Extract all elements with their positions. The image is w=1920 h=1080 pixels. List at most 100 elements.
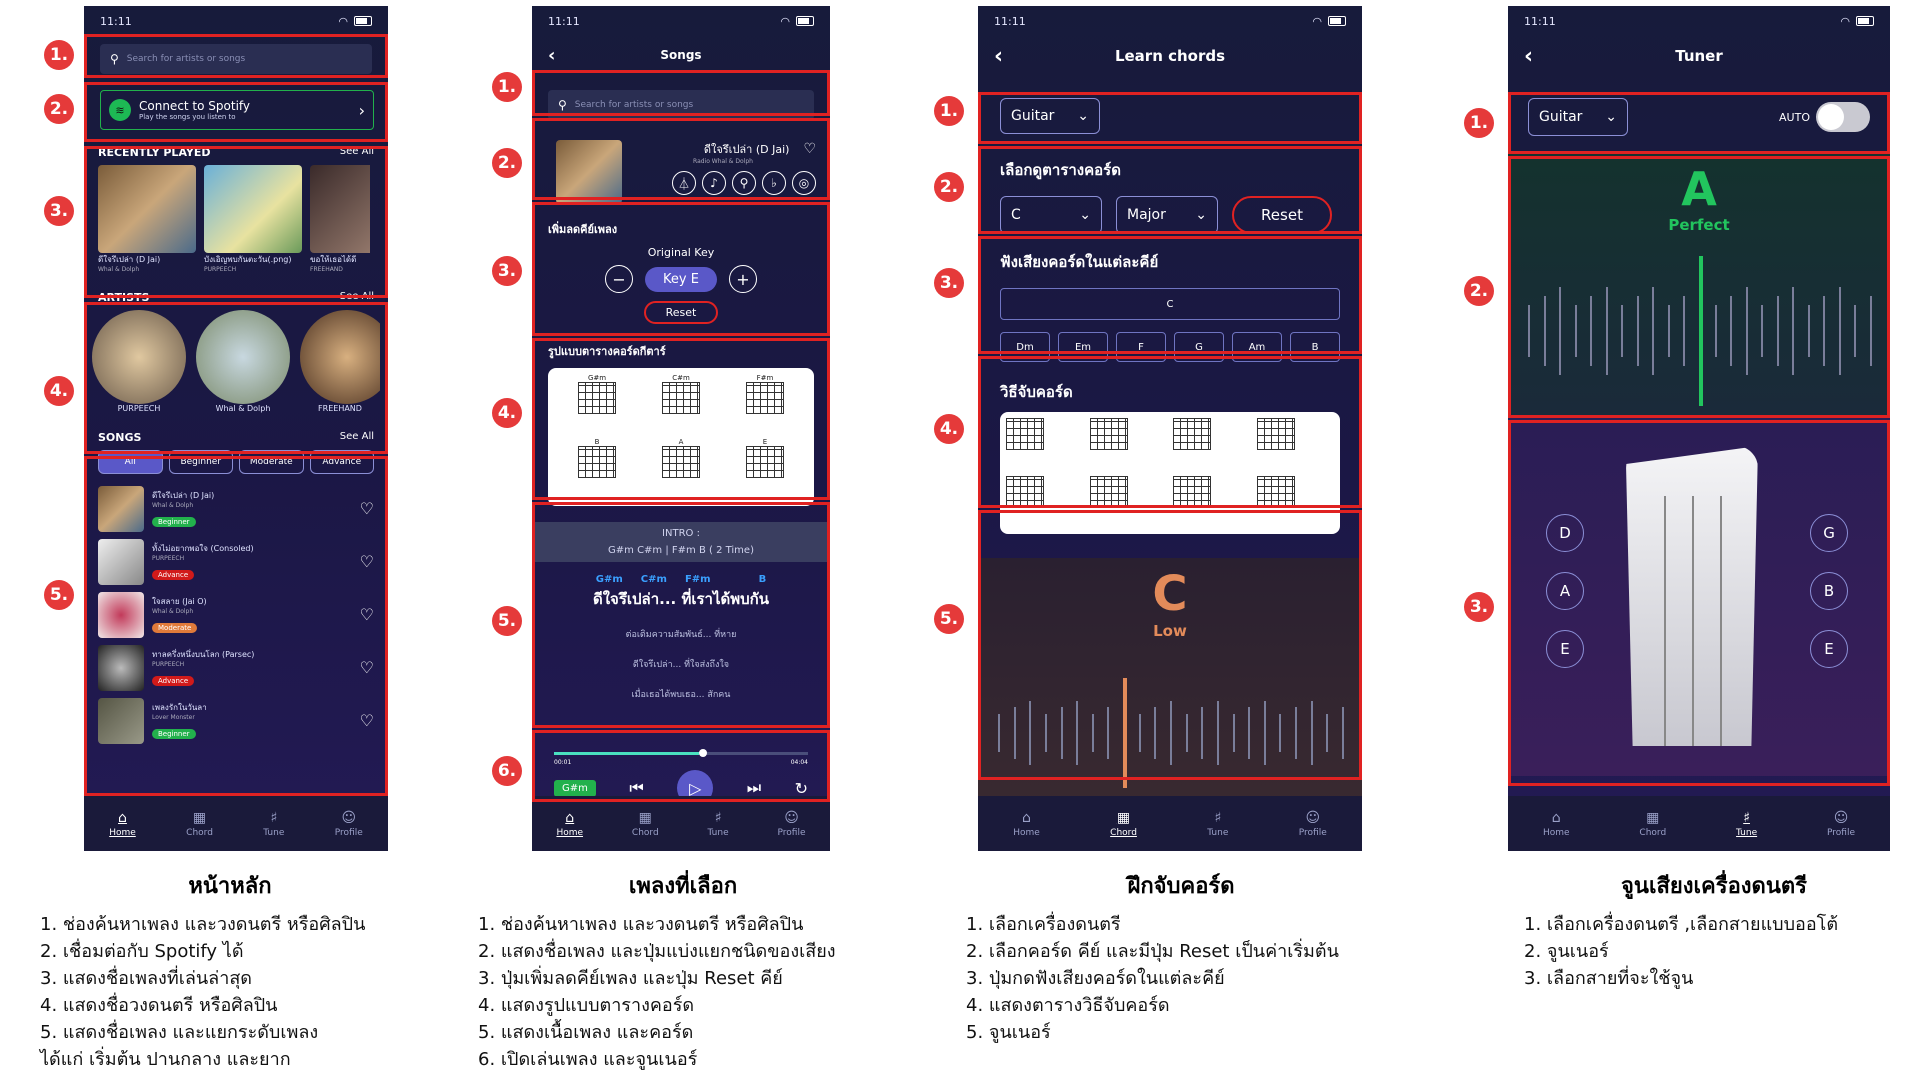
nav-tune-label: Tune [1207, 827, 1229, 838]
nav-tune[interactable]: ♯ Tune [1736, 810, 1757, 838]
marker-1: 1. [492, 72, 522, 102]
description-line: 4. แสดงตารางวิธีจับคอร์ด [966, 995, 1170, 1016]
chord-grid-icon: ▦ [1646, 809, 1660, 826]
chord-grid-icon: ▦ [1116, 809, 1131, 826]
highlight-2 [978, 146, 1362, 234]
nav-profile-label: Profile [1827, 827, 1855, 838]
marker-2: 2. [492, 148, 522, 178]
wifi-icon: ◠ [780, 14, 790, 28]
description-line: 4. แสดงชื่อวงดนตรี หรือศิลปิน [40, 995, 278, 1016]
nav-profile-label: Profile [777, 827, 806, 838]
tune-icon: ♯ [714, 809, 722, 826]
description-title: จูนเสียงเครื่องดนตรี [1621, 874, 1807, 899]
status-time: 11:11 [548, 14, 580, 28]
description-line: 5. แสดงเนื้อเพลง และคอร์ด [478, 1022, 694, 1043]
home-icon: ⌂ [118, 809, 127, 826]
nav-home[interactable]: ⌂ Home [109, 810, 136, 838]
nav-chord-label: Chord [186, 827, 213, 838]
wifi-icon: ◠ [1840, 14, 1850, 28]
description-title: หน้าหลัก [188, 874, 272, 899]
bottom-nav: ⌂ Home ▦ Chord ♯ Tune ☺ Profile [1508, 796, 1890, 851]
status-bar: 11:11 ◠ [978, 6, 1362, 36]
nav-profile-label: Profile [1298, 827, 1327, 838]
status-bar: 11:11 ◠ [1508, 6, 1890, 36]
nav-home[interactable]: ⌂ Home [556, 810, 583, 838]
highlight-1 [532, 70, 830, 116]
marker-5: 5. [44, 580, 74, 610]
highlight-4 [84, 302, 388, 454]
nav-chord[interactable]: ▦ Chord [186, 810, 213, 838]
description-line: 1. ช่องค้นหาเพลง และวงดนตรี หรือศิลปิน [40, 914, 366, 935]
home-icon: ⌂ [565, 809, 575, 826]
song-header: ‹ Songs [532, 36, 830, 74]
nav-tune[interactable]: ♯ Tune [1207, 810, 1228, 838]
page-title: Learn chords [1114, 47, 1226, 65]
description-tuner: จูนเสียงเครื่องดนตรี 1. เลือกเครื่องดนตร… [1524, 868, 1904, 992]
description-line: 2. แสดงชื่อเพลง และปุ่มแบ่งแยกชนิดของเสี… [478, 941, 836, 962]
chord-grid-icon: ▦ [638, 809, 652, 826]
nav-chord[interactable]: ▦ Chord [632, 810, 659, 838]
marker-6: 6. [492, 756, 522, 786]
nav-home-label: Home [109, 827, 136, 838]
nav-profile[interactable]: ☺ Profile [1827, 810, 1855, 838]
nav-home[interactable]: ⌂ Home [1013, 810, 1040, 838]
profile-icon: ☺ [784, 809, 799, 826]
status-time: 11:11 [994, 14, 1026, 28]
nav-home[interactable]: ⌂ Home [1543, 810, 1570, 838]
nav-profile[interactable]: ☺ Profile [335, 810, 363, 838]
description-line: 1. เลือกเครื่องดนตรี [966, 914, 1121, 935]
back-icon[interactable]: ‹ [1524, 44, 1533, 69]
nav-profile[interactable]: ☺ Profile [778, 810, 806, 838]
highlight-1 [978, 92, 1362, 144]
tune-icon: ♯ [270, 809, 278, 826]
chord-header: ‹ Learn chords [978, 36, 1362, 76]
highlight-1 [1508, 92, 1890, 154]
nav-profile-label: Profile [334, 827, 363, 838]
marker-2: 2. [934, 172, 964, 202]
description-line: 3. เลือกสายที่จะใช้จูน [1524, 968, 1694, 989]
home-icon: ⌂ [1022, 809, 1031, 826]
highlight-6 [532, 730, 830, 802]
highlight-4 [532, 338, 830, 500]
highlight-1 [84, 34, 388, 78]
highlight-2 [1508, 156, 1890, 418]
description-line: 3. ปุ่มเพิ่มลดคีย์เพลง และปุ่ม Reset คีย… [478, 968, 783, 989]
profile-icon: ☺ [341, 809, 357, 826]
tune-icon: ♯ [1743, 809, 1750, 826]
description-line: 1. เลือกเครื่องดนตรี ,เลือกสายแบบออโต้ [1524, 914, 1839, 935]
description-line: ได้แก่ เริ่มต้น ปานกลาง และยาก [40, 1049, 291, 1070]
nav-chord[interactable]: ▦ Chord [1110, 810, 1137, 838]
description-chord: ฝึกจับคอร์ด 1. เลือกเครื่องดนตรี 2. เลือ… [966, 868, 1396, 1046]
description-title: ฝึกจับคอร์ด [1127, 874, 1235, 899]
nav-profile[interactable]: ☺ Profile [1299, 810, 1327, 838]
marker-3: 3. [1464, 592, 1494, 622]
wifi-icon: ◠ [338, 14, 348, 28]
back-icon[interactable]: ‹ [548, 45, 555, 66]
description-home: หน้าหลัก 1. ช่องค้นหาเพลง และวงดนตรี หรื… [40, 868, 420, 1073]
nav-tune[interactable]: ♯ Tune [263, 810, 284, 838]
profile-icon: ☺ [1305, 809, 1321, 826]
nav-chord-label: Chord [1110, 827, 1137, 838]
marker-3: 3. [934, 268, 964, 298]
highlight-3 [84, 146, 388, 298]
nav-chord[interactable]: ▦ Chord [1639, 810, 1666, 838]
status-bar: 11:11 ◠ [532, 6, 830, 36]
status-time: 11:11 [100, 14, 132, 28]
nav-chord-label: Chord [1639, 827, 1667, 838]
highlight-5 [84, 456, 388, 796]
nav-tune[interactable]: ♯ Tune [708, 810, 729, 838]
description-line: 1. ช่องค้นหาเพลง และวงดนตรี หรือศิลปิน [478, 914, 804, 935]
battery-icon [354, 16, 372, 26]
description-line: 4. แสดงรูปแบบตารางคอร์ด [478, 995, 695, 1016]
nav-home-label: Home [1013, 827, 1040, 838]
description-line: 5. แสดงชื่อเพลง และแยกระดับเพลง [40, 1022, 319, 1043]
highlight-3 [532, 202, 830, 336]
highlight-3 [1508, 420, 1890, 786]
description-title: เพลงที่เลือก [628, 874, 738, 899]
back-icon[interactable]: ‹ [994, 44, 1003, 69]
description-line: 2. เลือกคอร์ด คีย์ และมีปุ่ม Reset เป็นค… [966, 941, 1339, 962]
marker-3: 3. [44, 196, 74, 226]
page-title: Songs [660, 48, 702, 62]
marker-1: 1. [934, 96, 964, 126]
marker-4: 4. [492, 398, 522, 428]
